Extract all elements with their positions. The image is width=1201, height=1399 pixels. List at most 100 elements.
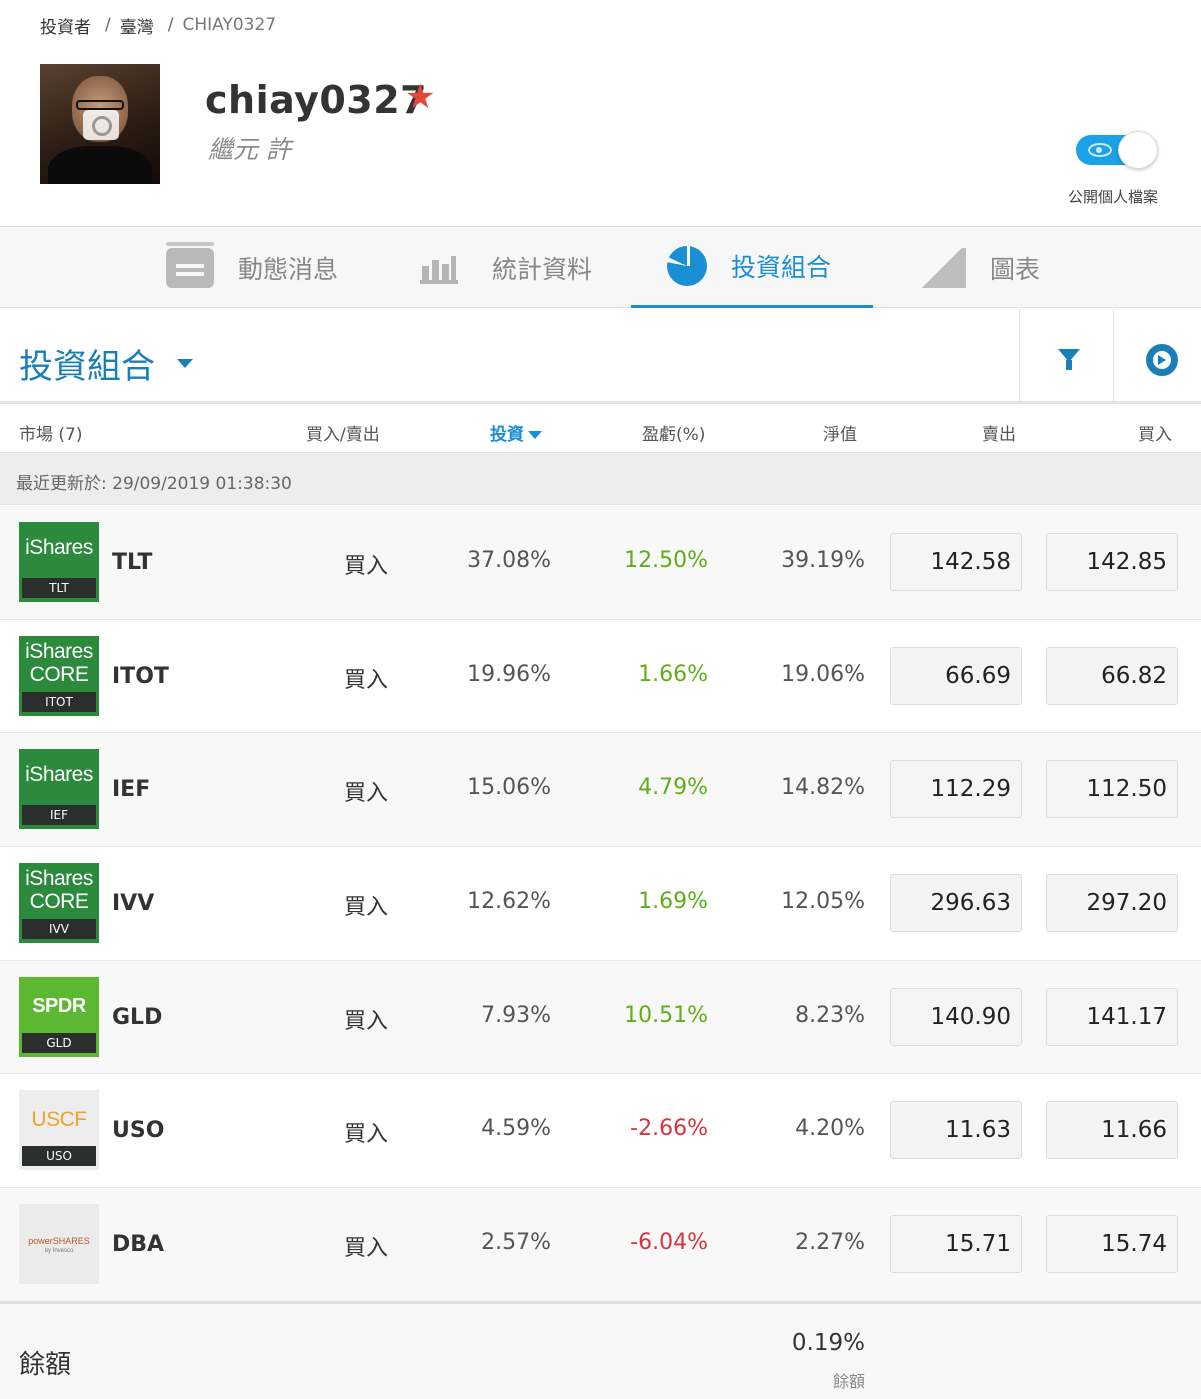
table-row[interactable]: iShares CORE IVV IVV 買入 12.62% 1.69% 12.05… [0,847,1201,961]
buy-price-button[interactable]: 141.17 [1046,987,1178,1046]
buy-price-button[interactable]: 66.82 [1046,646,1178,705]
buy-price-button[interactable]: 297.20 [1046,874,1178,933]
logo-ticker: IEF [22,805,96,826]
column-value[interactable]: 淨值 [823,420,857,445]
logo-brand-line2: by Invesco [44,1248,74,1255]
buy-price-button[interactable]: 11.66 [1046,1101,1178,1160]
sell-price-button[interactable]: 15.71 [890,1215,1022,1274]
invested: 12.62% [467,889,551,915]
tab-news-feed[interactable]: 動態消息 [166,227,338,308]
ticker-logo[interactable]: iShares TLT [19,522,99,602]
last-updated: 最近更新於: 29/09/2019 01:38:30 [0,452,1201,505]
column-sell[interactable]: 賣出 [982,420,1016,445]
logo-brand-line2: CORE [29,662,89,686]
column-action[interactable]: 買入/賣出 [306,420,380,445]
camera-icon[interactable] [83,110,119,140]
avatar[interactable] [40,64,160,184]
table-row[interactable]: iShares IEF IEF 買入 15.06% 4.79% 14.82% 11… [0,733,1201,848]
table-row[interactable]: SPDR GLD GLD 買入 7.93% 10.51% 8.23% 140.90… [0,960,1201,1075]
table-row[interactable]: iShares TLT TLT 買入 37.08% 12.50% 39.19% 1… [0,506,1201,620]
filter-button[interactable] [1019,309,1113,401]
table-header: 市場 (7) 買入/賣出 投資 盈虧(%) 淨值 賣出 買入 [0,406,1201,452]
invested: 19.96% [467,661,551,687]
column-pl[interactable]: 盈虧(%) [642,420,705,445]
ticker[interactable]: DBA [112,1232,164,1257]
breadcrumb-taiwan[interactable]: 臺灣 [120,13,154,38]
tab-label: 投資組合 [731,253,832,282]
invested: 4.59% [481,1116,551,1142]
column-invested[interactable]: 投資 [490,420,542,445]
eye-icon [1088,143,1112,157]
breadcrumb-separator: / [167,15,174,35]
buy-price-button[interactable]: 112.50 [1046,760,1178,819]
net-value: 19.06% [781,661,865,687]
logo-brand: iShares CORE [19,867,99,913]
ticker[interactable]: IVV [112,891,154,916]
filter-icon [1058,349,1080,370]
net-value: 4.20% [795,1116,865,1142]
net-value: 12.05% [781,889,865,915]
logo-ticker: IVV [22,919,96,940]
sell-price-button[interactable]: 112.29 [890,760,1022,819]
ticker-logo[interactable]: iShares CORE IVV [19,863,99,944]
rotate-icon [1146,344,1178,376]
profit-loss: 4.79% [638,775,708,801]
sell-price-button[interactable]: 296.63 [890,874,1022,933]
portfolio-title: 投資組合 [19,347,155,387]
buy-price-button[interactable]: 142.85 [1046,533,1178,591]
profit-loss: 12.50% [624,548,708,573]
ticker[interactable]: TLT [112,550,152,575]
ticker[interactable]: GLD [112,1005,162,1030]
profit-loss: -2.66% [630,1116,708,1142]
profit-loss: 1.66% [638,661,708,687]
column-buy[interactable]: 買入 [1138,420,1172,445]
tab-chart[interactable]: 圖表 [918,227,1040,308]
tab-label: 動態消息 [238,254,339,284]
full-name: 繼元 許 [208,135,291,164]
ticker[interactable]: USO [112,1118,164,1143]
action: 買入 [344,667,389,693]
ticker-logo[interactable]: iShares CORE ITOT [19,635,99,716]
logo-brand-line1: iShares [25,639,93,663]
column-market[interactable]: 市場 (7) [19,420,82,445]
ticker[interactable]: IEF [112,777,150,802]
net-value: 39.19% [781,548,865,573]
logo-brand-line1: powerSHARES [28,1236,90,1247]
breadcrumb-investors[interactable]: 投資者 [40,13,91,38]
tab-stats[interactable]: 統計資料 [420,227,592,308]
avatar-glasses [76,100,124,110]
table-row[interactable]: iShares CORE ITOT ITOT 買入 19.96% 1.66% 19.… [0,619,1201,734]
tab-label: 圖表 [990,254,1041,284]
pie-chart-icon [667,246,707,286]
column-invested-label: 投資 [490,425,524,445]
logo-brand-line1: iShares [25,867,93,891]
invested: 7.93% [481,1002,551,1028]
table-row[interactable]: powerSHARES by Invesco DBA 買入 2.57% -6.04… [0,1188,1201,1302]
tab-portfolio[interactable]: 投資組合 [631,227,873,308]
toggle-knob[interactable] [1118,131,1158,169]
balance-sub-label: 餘額 [832,1372,865,1391]
public-profile-toggle[interactable] [1076,131,1158,169]
view-toggle-button[interactable] [1113,309,1201,401]
sell-price-button[interactable]: 142.58 [890,533,1022,591]
invested: 15.06% [467,775,551,801]
ticker-logo[interactable]: iShares IEF [19,749,99,830]
ticker-logo[interactable]: SPDR GLD [19,976,99,1057]
logo-brand: iShares [25,763,93,787]
invested: 2.57% [481,1230,551,1256]
portfolio-dropdown[interactable]: 投資組合 [19,339,193,388]
balance-footer: 餘額 0.19% 餘額 [0,1301,1201,1399]
ticker-logo[interactable]: powerSHARES by Invesco [19,1204,99,1285]
table-row[interactable]: USCF USO USO 買入 4.59% -2.66% 4.20% 11.63 … [0,1074,1201,1189]
username: chiay0327 [205,78,428,122]
tab-label: 統計資料 [492,254,593,284]
ticker[interactable]: ITOT [112,664,169,689]
ticker-logo[interactable]: USCF USO [19,1090,99,1171]
sell-price-button[interactable]: 11.63 [890,1101,1022,1160]
buy-price-button[interactable]: 15.74 [1046,1215,1178,1274]
action: 買入 [344,554,389,579]
profit-loss: -6.04% [630,1230,708,1256]
sell-price-button[interactable]: 66.69 [890,646,1022,705]
sell-price-button[interactable]: 140.90 [890,987,1022,1046]
logo-brand: powerSHARES by Invesco [19,1236,99,1256]
